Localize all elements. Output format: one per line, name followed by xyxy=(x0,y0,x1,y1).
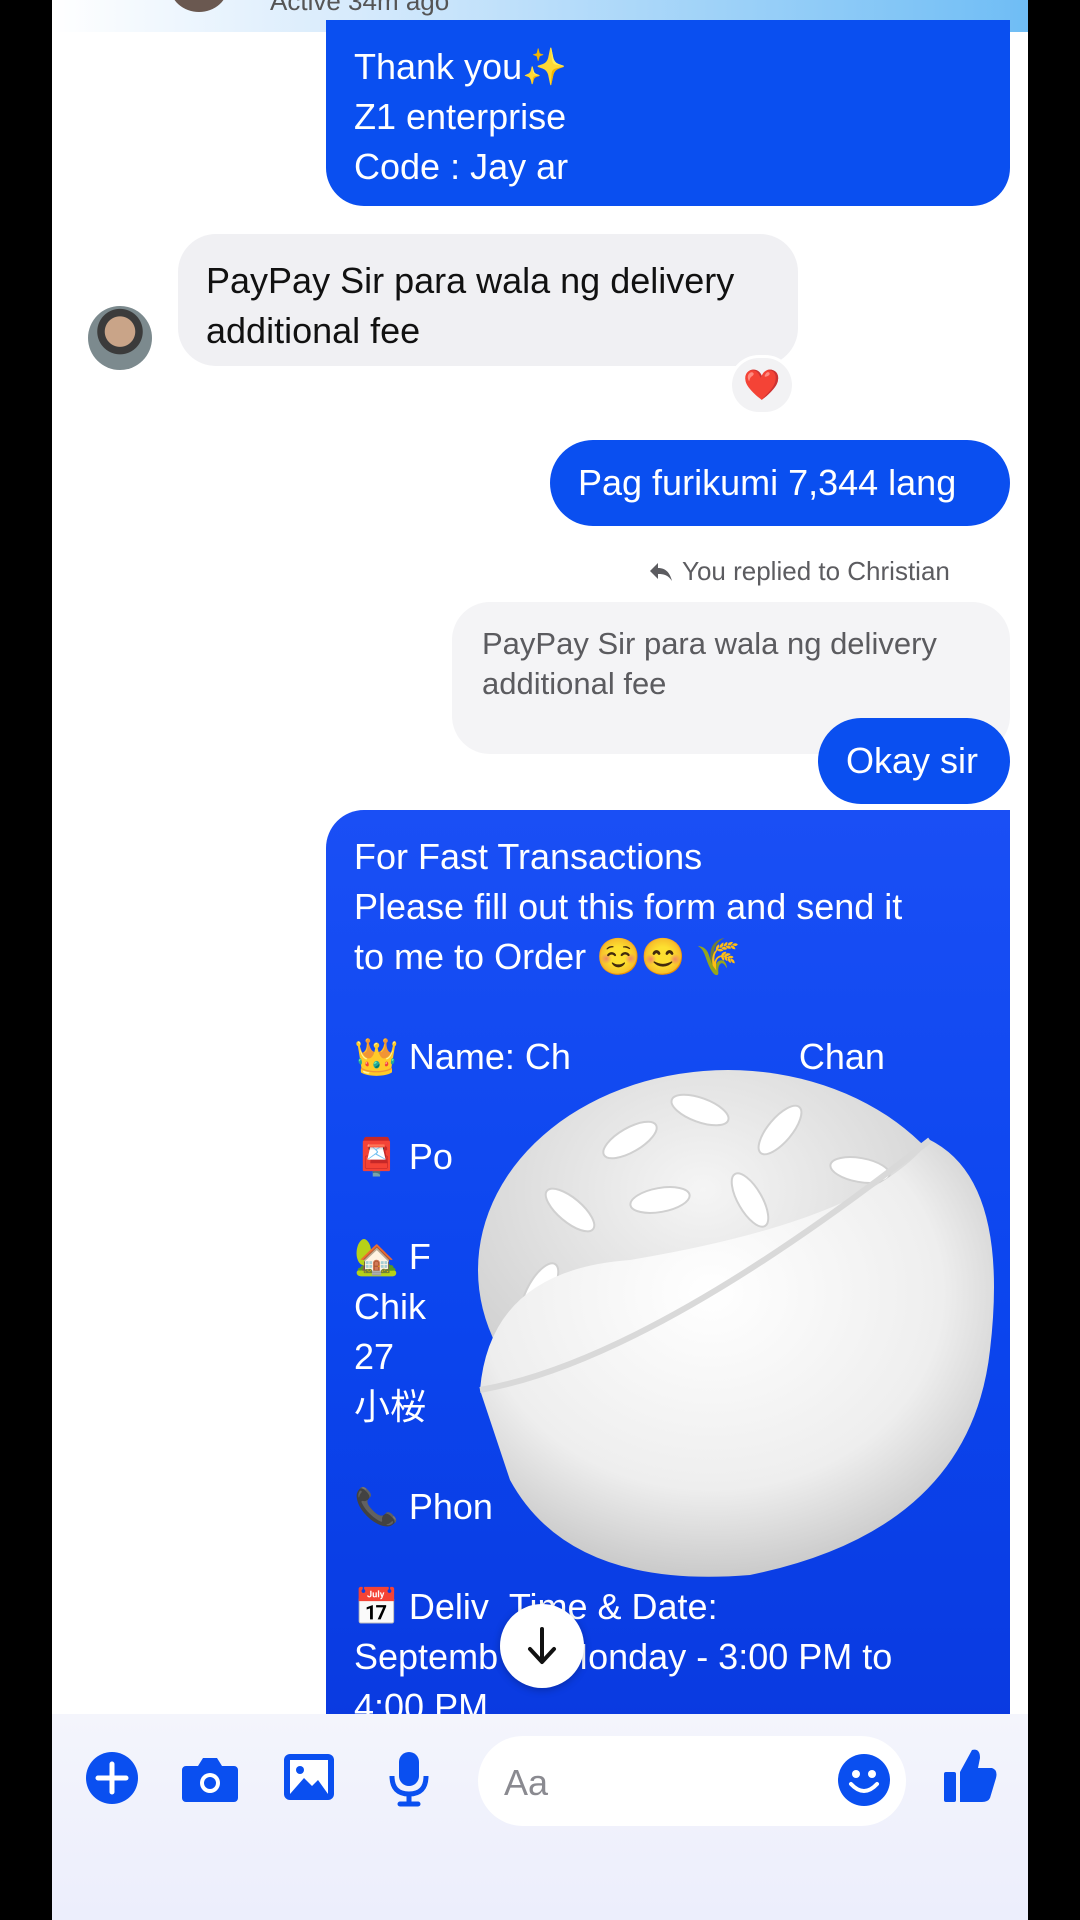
form-line: to me to Order ☺️😊 🌾 xyxy=(354,936,741,977)
chat-screen: Active 34m ago Thank you✨ Z1 enterprise … xyxy=(52,0,1028,1920)
smiley-icon[interactable] xyxy=(836,1752,892,1808)
quoted-line: additional fee xyxy=(482,666,667,701)
message-line: PayPay Sir para wala ng delivery xyxy=(206,260,735,301)
message-line: Thank you✨ xyxy=(354,46,567,87)
form-line: Please fill out this form and send it xyxy=(354,886,903,927)
composer-bar: Aa xyxy=(52,1714,1028,1920)
plus-circle-icon[interactable] xyxy=(84,1750,140,1806)
message-bubble-outgoing[interactable]: Thank you✨ Z1 enterprise Code : Jay ar xyxy=(326,20,1010,206)
reply-arrow-icon xyxy=(650,563,672,581)
form-line: For Fast Transactions xyxy=(354,836,703,877)
camera-icon[interactable] xyxy=(180,1750,240,1806)
active-status: Active 34m ago xyxy=(270,0,450,16)
sender-avatar[interactable] xyxy=(88,306,152,370)
reply-note: You replied to Christian xyxy=(648,556,950,587)
thumbs-up-icon[interactable] xyxy=(942,1746,998,1806)
reply-note-text: You replied to Christian xyxy=(682,556,950,586)
rice-bowl-sticker[interactable] xyxy=(450,1030,1016,1590)
form-date-line: Septemb 4, Monday - 3:00 PM to xyxy=(354,1632,982,1682)
message-bubble-incoming[interactable]: PayPay Sir para wala ng delivery additio… xyxy=(178,234,798,366)
scroll-to-bottom-button[interactable] xyxy=(500,1604,584,1688)
form-date-start: Septemb xyxy=(354,1636,499,1677)
heart-reaction[interactable]: ❤️ xyxy=(732,358,792,412)
microphone-icon[interactable] xyxy=(388,1750,430,1808)
message-bubble-outgoing[interactable]: Okay sir xyxy=(818,718,1010,804)
message-line: Code : Jay ar xyxy=(354,146,569,187)
arrow-down-icon xyxy=(528,1627,556,1664)
image-icon[interactable] xyxy=(282,1750,336,1804)
message-input-placeholder: Aa xyxy=(504,1762,549,1803)
message-bubble-outgoing[interactable]: Pag furikumi 7,344 lang xyxy=(550,440,1010,526)
contact-avatar[interactable] xyxy=(170,0,228,12)
message-line: additional fee xyxy=(206,310,421,351)
form-delivery-label: 📅 Deliv xyxy=(354,1586,489,1627)
message-line: Z1 enterprise xyxy=(354,96,567,137)
quoted-line: PayPay Sir para wala ng delivery xyxy=(482,626,937,661)
message-input[interactable]: Aa xyxy=(478,1736,906,1826)
